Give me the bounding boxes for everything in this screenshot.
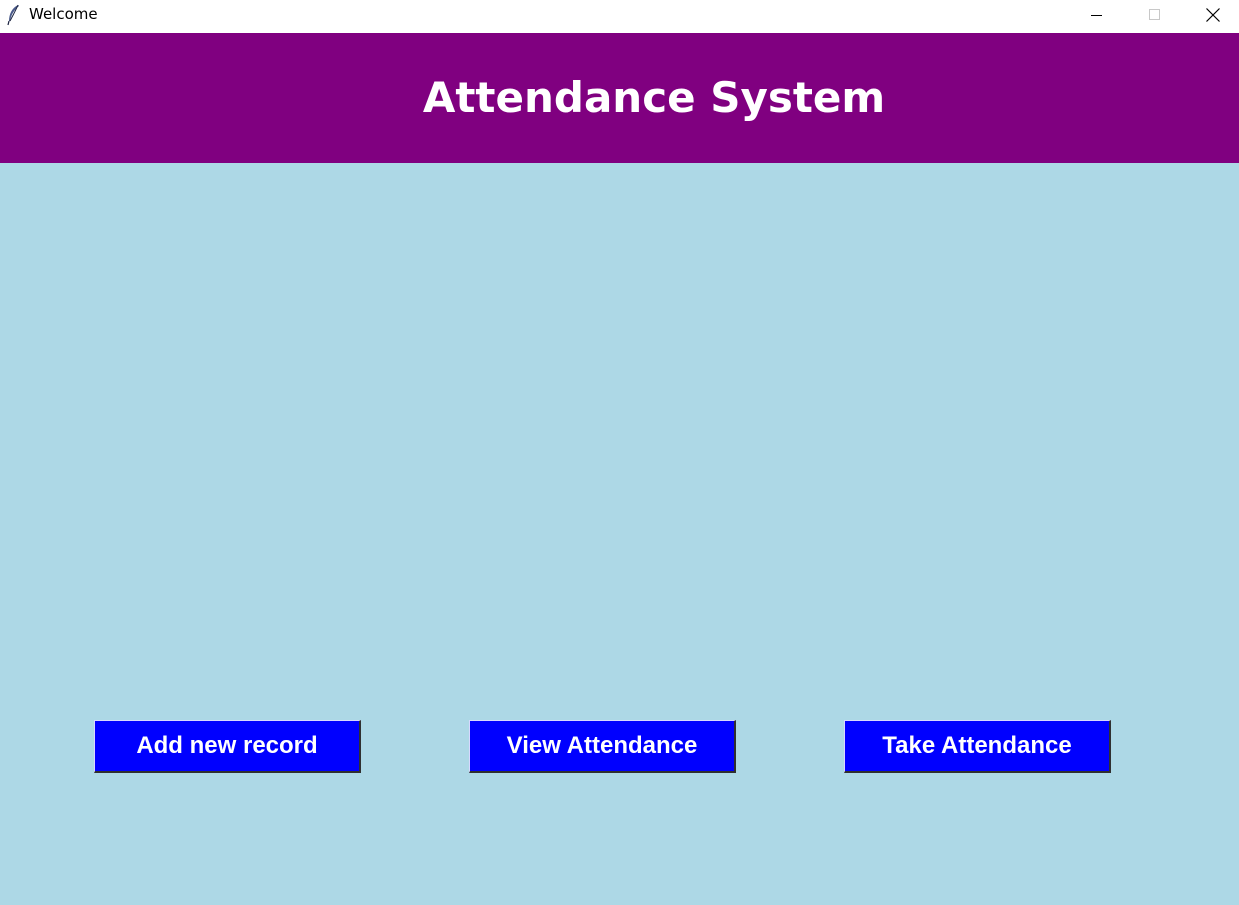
maximize-icon: [1149, 8, 1160, 20]
minimize-button[interactable]: [1069, 0, 1125, 29]
page-title: Attendance System: [422, 73, 886, 122]
close-icon: [1206, 7, 1220, 22]
main-panel: Add new record View Attendance Take Atte…: [0, 163, 1239, 905]
title-bar[interactable]: Welcome: [0, 0, 1239, 33]
take-attendance-button[interactable]: Take Attendance: [844, 720, 1111, 773]
feather-icon: [7, 4, 19, 26]
app-window: Welcome Attendance System Add new record…: [0, 0, 1239, 905]
close-button[interactable]: [1185, 0, 1239, 29]
minimize-icon: [1091, 14, 1102, 16]
view-attendance-button[interactable]: View Attendance: [469, 720, 736, 773]
add-new-record-button[interactable]: Add new record: [94, 720, 361, 773]
window-title: Welcome: [29, 5, 98, 23]
header-banner: Attendance System: [0, 33, 1239, 163]
maximize-button[interactable]: [1127, 0, 1183, 29]
